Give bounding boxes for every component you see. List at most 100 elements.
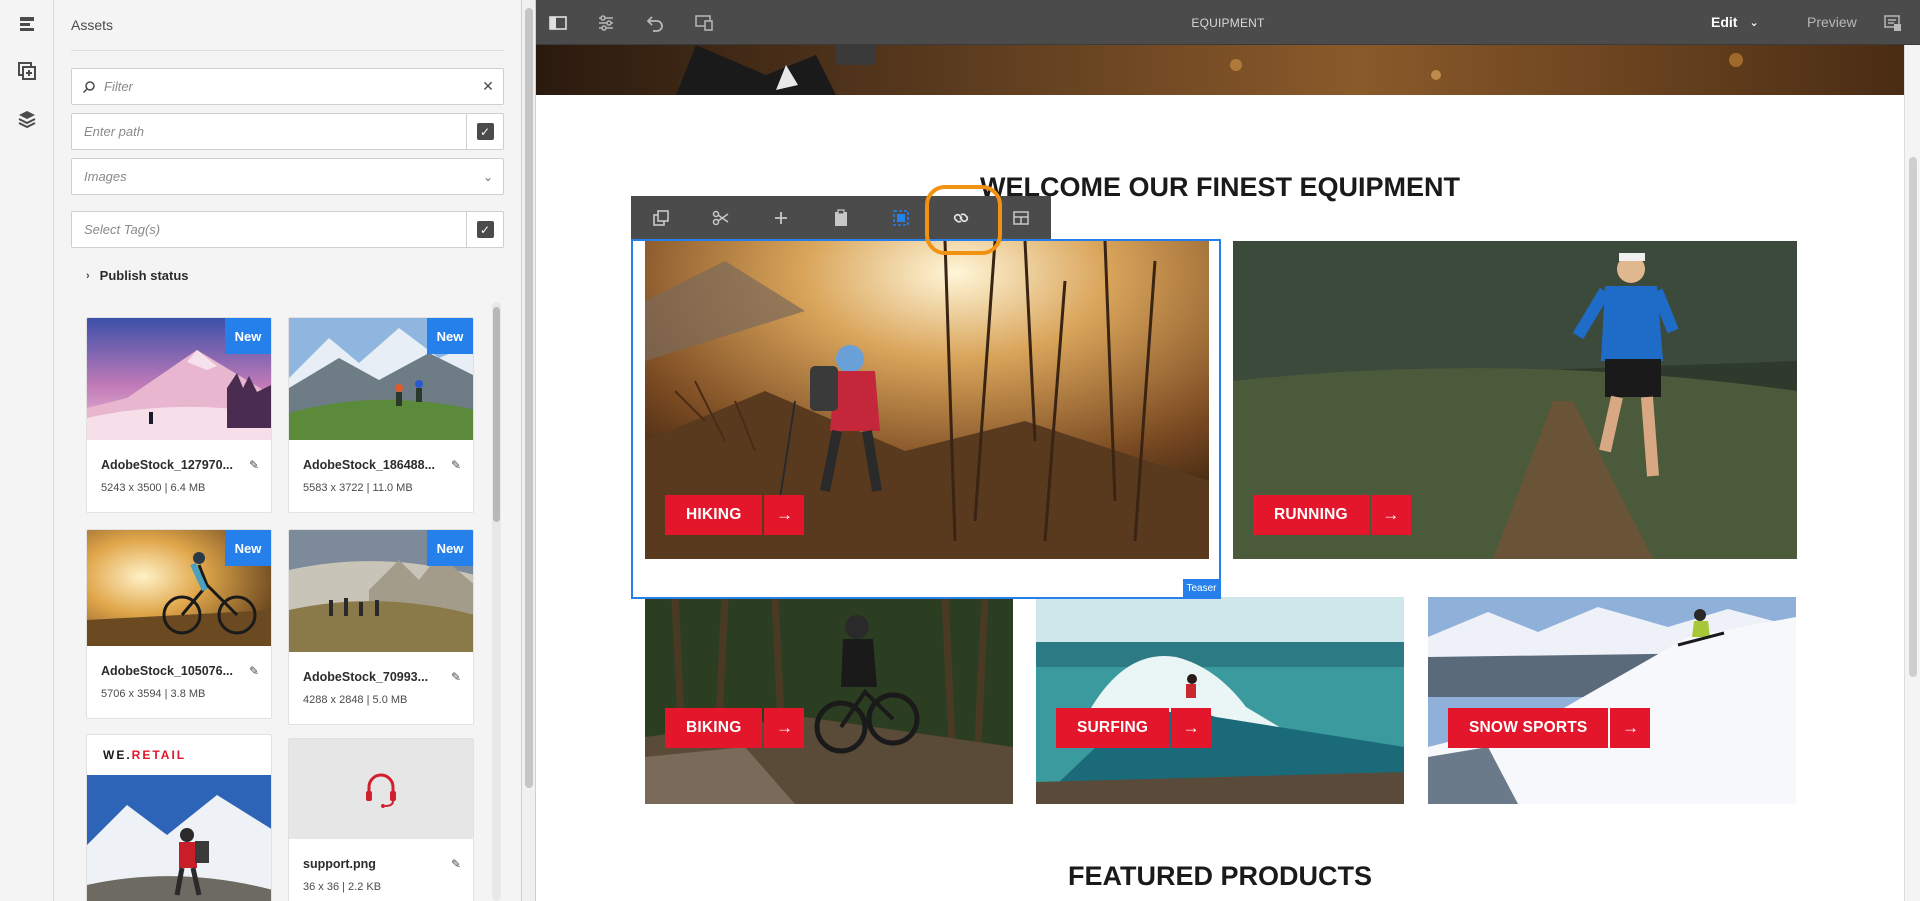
hero-image <box>536 45 1904 95</box>
editor-topbar: EQUIPMENT Edit ⌄ Preview <box>536 0 1920 45</box>
tags-field[interactable]: Select Tag(s) ✓ <box>71 211 504 248</box>
asset-meta: 4288 x 2848 | 5.0 MB <box>303 694 408 706</box>
paste-icon[interactable] <box>811 196 871 239</box>
asset-name: AdobeStock_127970... <box>101 458 234 472</box>
annotations-icon[interactable] <box>1881 11 1905 35</box>
emulator-icon[interactable] <box>692 11 716 35</box>
biking-cta[interactable]: BIKING → <box>665 708 805 748</box>
side-panel-toggle-icon[interactable] <box>546 11 570 35</box>
publish-status-label: Publish status <box>99 268 189 283</box>
asset-thumbnail: New <box>289 318 473 440</box>
arrow-right-icon: → <box>1610 708 1651 748</box>
link-icon[interactable] <box>931 196 991 239</box>
assets-panel-icon[interactable] <box>13 57 41 85</box>
search-icon <box>82 80 95 93</box>
asset-type-value: Images <box>84 169 127 184</box>
asset-name: AdobeStock_70993... <box>303 670 429 684</box>
running-teaser[interactable]: RUNNING → <box>1233 241 1797 559</box>
asset-list-scrollbar[interactable] <box>492 302 501 901</box>
page-canvas: WELCOME OUR FINEST EQUIPMENT HIKING → RU… <box>536 45 1904 901</box>
clear-icon[interactable]: ✕ <box>473 69 503 104</box>
filter-field[interactable]: Filter ✕ <box>71 68 504 105</box>
content-tree-icon[interactable] <box>13 105 41 133</box>
asset-card[interactable]: New AdobeStock_127970... ✎ 5243 x 3500 | … <box>86 317 272 513</box>
edit-icon[interactable]: ✎ <box>451 857 461 871</box>
tags-input[interactable]: Select Tag(s) <box>72 222 466 237</box>
chevron-down-icon: ⌄ <box>1749 16 1759 29</box>
snow-sports-cta[interactable]: SNOW SPORTS → <box>1448 708 1651 748</box>
check-icon: ✓ <box>476 221 494 238</box>
hiking-cta[interactable]: HIKING → <box>665 495 805 535</box>
publish-status-toggle[interactable]: › Publish status <box>86 268 189 283</box>
cta-label: HIKING <box>665 495 763 535</box>
arrow-right-icon: → <box>764 495 805 535</box>
asset-card[interactable]: New AdobeStock_70993... ✎ 4288 x 2848 | 5… <box>288 529 474 725</box>
scrollbar-thumb[interactable] <box>493 307 500 522</box>
asset-thumbnail <box>87 775 271 901</box>
asset-type-select[interactable]: Images ⌄ <box>71 158 504 195</box>
snow-sports-teaser[interactable]: SNOW SPORTS → <box>1428 597 1796 804</box>
group-icon[interactable] <box>871 196 931 239</box>
asset-name: AdobeStock_186488... <box>303 458 436 472</box>
cut-icon[interactable] <box>691 196 751 239</box>
asset-thumbnail: New <box>87 318 271 440</box>
undo-icon[interactable] <box>643 11 667 35</box>
edit-icon[interactable]: ✎ <box>451 458 461 472</box>
mode-label: Edit <box>1711 14 1738 30</box>
page-properties-icon[interactable] <box>594 11 618 35</box>
cta-label: BIKING <box>665 708 763 748</box>
edit-icon[interactable]: ✎ <box>249 458 259 472</box>
scrollbar-thumb[interactable] <box>1909 157 1917 677</box>
asset-card-list: New AdobeStock_127970... ✎ 5243 x 3500 | … <box>54 300 494 901</box>
asset-thumbnail: New <box>87 530 271 646</box>
running-cta[interactable]: RUNNING → <box>1253 495 1411 535</box>
components-panel-icon[interactable] <box>13 10 41 38</box>
path-input[interactable]: Enter path <box>72 124 466 139</box>
asset-card[interactable]: WE. RETAIL <box>86 734 272 901</box>
preview-button[interactable]: Preview <box>1807 14 1857 30</box>
asset-name: AdobeStock_105076... <box>101 664 234 678</box>
asset-meta: 36 x 36 | 2.2 KB <box>303 881 382 893</box>
panel-title: Assets <box>71 17 114 33</box>
path-browse-button[interactable]: ✓ <box>466 114 503 149</box>
asset-meta: 5583 x 3722 | 11.0 MB <box>303 482 413 494</box>
cta-label: SURFING <box>1056 708 1170 748</box>
new-badge: New <box>427 318 473 354</box>
scrollbar-thumb[interactable] <box>525 8 533 788</box>
layout-icon[interactable] <box>991 196 1051 239</box>
arrow-right-icon: → <box>764 708 805 748</box>
asset-card[interactable]: New AdobeStock_105076... ✎ 5706 x 3594 | … <box>86 529 272 719</box>
hiking-teaser[interactable]: HIKING → <box>645 241 1209 559</box>
headset-icon <box>366 773 396 808</box>
asset-thumbnail: New <box>289 530 473 652</box>
cta-label: RUNNING <box>1253 495 1369 535</box>
weretail-logo: WE. RETAIL <box>103 748 187 762</box>
surfing-cta[interactable]: SURFING → <box>1056 708 1212 748</box>
new-badge: New <box>225 530 271 566</box>
path-field[interactable]: Enter path ✓ <box>71 113 504 150</box>
panel-scrollbar[interactable] <box>522 0 536 901</box>
divider <box>71 50 504 51</box>
biking-teaser[interactable]: BIKING → <box>645 597 1013 804</box>
check-icon: ✓ <box>476 123 494 140</box>
filter-input[interactable]: Filter <box>96 79 473 94</box>
surfing-teaser[interactable]: SURFING → <box>1036 597 1404 804</box>
copy-icon[interactable] <box>631 196 691 239</box>
asset-card[interactable]: New AdobeStock_186488... ✎ 5583 x 3722 | … <box>288 317 474 513</box>
new-badge: New <box>427 530 473 566</box>
assets-panel: Assets Filter ✕ Enter path ✓ Images ⌄ Se… <box>54 0 522 901</box>
canvas-scrollbar[interactable] <box>1904 45 1920 901</box>
left-rail <box>0 0 54 901</box>
component-type-tag: Teaser <box>1183 579 1220 597</box>
arrow-right-icon: → <box>1370 495 1411 535</box>
chevron-down-icon: ⌄ <box>482 169 494 184</box>
edit-icon[interactable]: ✎ <box>451 670 461 684</box>
cta-label: SNOW SPORTS <box>1448 708 1609 748</box>
mode-selector[interactable]: Edit ⌄ <box>1711 14 1759 30</box>
featured-heading: FEATURED PRODUCTS <box>1067 861 1372 891</box>
asset-card[interactable]: support.png ✎ 36 x 36 | 2.2 KB <box>288 738 474 901</box>
asset-meta: 5243 x 3500 | 6.4 MB <box>101 482 206 494</box>
tags-browse-button[interactable]: ✓ <box>466 212 503 247</box>
insert-icon[interactable] <box>751 196 811 239</box>
edit-icon[interactable]: ✎ <box>249 664 259 678</box>
